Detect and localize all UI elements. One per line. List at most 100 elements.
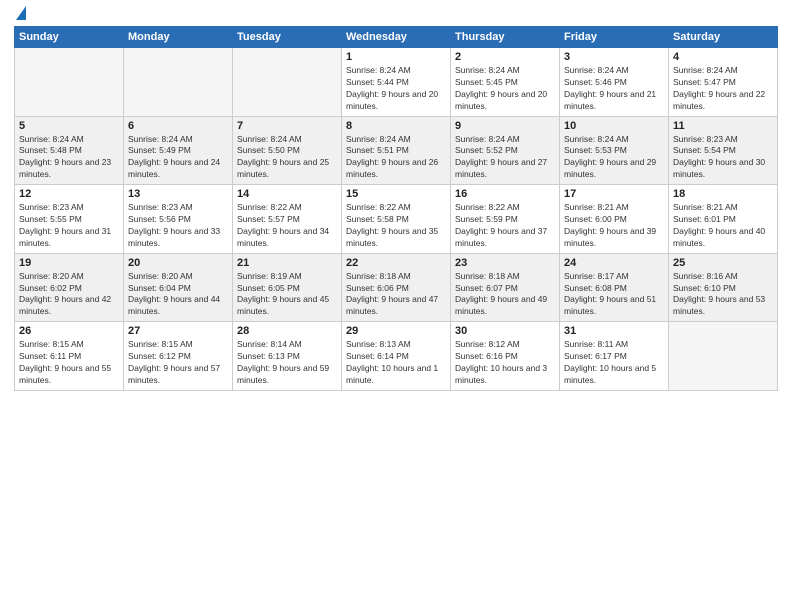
- day-info: Sunrise: 8:16 AMSunset: 6:10 PMDaylight:…: [673, 271, 773, 319]
- calendar-day-cell: 31 Sunrise: 8:11 AMSunset: 6:17 PMDayligh…: [560, 322, 669, 391]
- day-number: 11: [673, 120, 773, 132]
- day-info: Sunrise: 8:24 AMSunset: 5:52 PMDaylight:…: [455, 134, 555, 182]
- day-info: Sunrise: 8:24 AMSunset: 5:48 PMDaylight:…: [19, 134, 119, 182]
- calendar-day-cell: 21 Sunrise: 8:19 AMSunset: 6:05 PMDayligh…: [233, 253, 342, 322]
- day-info: Sunrise: 8:23 AMSunset: 5:56 PMDaylight:…: [128, 202, 228, 250]
- calendar-day-header: Saturday: [669, 27, 778, 48]
- day-info: Sunrise: 8:23 AMSunset: 5:55 PMDaylight:…: [19, 202, 119, 250]
- page-header: [14, 10, 778, 20]
- calendar-day-cell: 17 Sunrise: 8:21 AMSunset: 6:00 PMDayligh…: [560, 185, 669, 254]
- calendar-day-cell: 15 Sunrise: 8:22 AMSunset: 5:58 PMDayligh…: [342, 185, 451, 254]
- day-number: 26: [19, 325, 119, 337]
- calendar-day-cell: 20 Sunrise: 8:20 AMSunset: 6:04 PMDayligh…: [124, 253, 233, 322]
- day-info: Sunrise: 8:15 AMSunset: 6:12 PMDaylight:…: [128, 339, 228, 387]
- day-number: 15: [346, 188, 446, 200]
- calendar-day-cell: 14Sunrise: 8:22 AMSunset: 5:57 PMDayligh…: [233, 185, 342, 254]
- calendar-day-cell: 5 Sunrise: 8:24 AMSunset: 5:48 PMDaylight…: [15, 116, 124, 185]
- day-number: 14: [237, 188, 337, 200]
- day-info: Sunrise: 8:23 AMSunset: 5:54 PMDaylight:…: [673, 134, 773, 182]
- day-number: 25: [673, 257, 773, 269]
- calendar-day-cell: 7 Sunrise: 8:24 AMSunset: 5:50 PMDaylight…: [233, 116, 342, 185]
- calendar-day-cell: 4Sunrise: 8:24 AMSunset: 5:47 PMDaylight…: [669, 48, 778, 117]
- day-number: 17: [564, 188, 664, 200]
- day-number: 28: [237, 325, 337, 337]
- day-info: Sunrise: 8:24 AMSunset: 5:53 PMDaylight:…: [564, 134, 664, 182]
- day-number: 27: [128, 325, 228, 337]
- day-number: 2: [455, 51, 555, 63]
- day-number: 9: [455, 120, 555, 132]
- calendar-day-header: Monday: [124, 27, 233, 48]
- day-info: Sunrise: 8:24 AMSunset: 5:46 PMDaylight:…: [564, 65, 664, 113]
- day-number: 20: [128, 257, 228, 269]
- day-info: Sunrise: 8:24 AMSunset: 5:47 PMDaylight:…: [673, 65, 773, 113]
- calendar-table: SundayMondayTuesdayWednesdayThursdayFrid…: [14, 26, 778, 391]
- calendar-day-cell: 19 Sunrise: 8:20 AMSunset: 6:02 PMDayligh…: [15, 253, 124, 322]
- calendar-day-cell: 13 Sunrise: 8:23 AMSunset: 5:56 PMDayligh…: [124, 185, 233, 254]
- day-info: Sunrise: 8:11 AMSunset: 6:17 PMDaylight:…: [564, 339, 664, 387]
- day-number: 7: [237, 120, 337, 132]
- calendar-week-row: 19 Sunrise: 8:20 AMSunset: 6:02 PMDayligh…: [15, 253, 778, 322]
- day-info: Sunrise: 8:12 AMSunset: 6:16 PMDaylight:…: [455, 339, 555, 387]
- day-number: 29: [346, 325, 446, 337]
- calendar-day-cell: [15, 48, 124, 117]
- calendar-day-cell: 10 Sunrise: 8:24 AMSunset: 5:53 PMDayligh…: [560, 116, 669, 185]
- day-number: 5: [19, 120, 119, 132]
- day-number: 18: [673, 188, 773, 200]
- day-number: 6: [128, 120, 228, 132]
- calendar-day-cell: [124, 48, 233, 117]
- calendar-week-row: 1Sunrise: 8:24 AMSunset: 5:44 PMDaylight…: [15, 48, 778, 117]
- day-info: Sunrise: 8:22 AMSunset: 5:59 PMDaylight:…: [455, 202, 555, 250]
- day-info: Sunrise: 8:18 AMSunset: 6:07 PMDaylight:…: [455, 271, 555, 319]
- calendar-day-cell: 22Sunrise: 8:18 AMSunset: 6:06 PMDayligh…: [342, 253, 451, 322]
- calendar-day-cell: 3 Sunrise: 8:24 AMSunset: 5:46 PMDaylight…: [560, 48, 669, 117]
- calendar-day-cell: 27 Sunrise: 8:15 AMSunset: 6:12 PMDayligh…: [124, 322, 233, 391]
- day-number: 31: [564, 325, 664, 337]
- calendar-day-cell: 26Sunrise: 8:15 AMSunset: 6:11 PMDayligh…: [15, 322, 124, 391]
- day-info: Sunrise: 8:19 AMSunset: 6:05 PMDaylight:…: [237, 271, 337, 319]
- calendar-day-cell: 24Sunrise: 8:17 AMSunset: 6:08 PMDayligh…: [560, 253, 669, 322]
- calendar-header-row: SundayMondayTuesdayWednesdayThursdayFrid…: [15, 27, 778, 48]
- day-info: Sunrise: 8:21 AMSunset: 6:00 PMDaylight:…: [564, 202, 664, 250]
- logo: [14, 10, 26, 20]
- calendar-week-row: 5 Sunrise: 8:24 AMSunset: 5:48 PMDaylight…: [15, 116, 778, 185]
- day-number: 19: [19, 257, 119, 269]
- day-info: Sunrise: 8:24 AMSunset: 5:50 PMDaylight:…: [237, 134, 337, 182]
- calendar-day-header: Tuesday: [233, 27, 342, 48]
- day-info: Sunrise: 8:24 AMSunset: 5:49 PMDaylight:…: [128, 134, 228, 182]
- day-number: 30: [455, 325, 555, 337]
- calendar-day-header: Sunday: [15, 27, 124, 48]
- day-number: 23: [455, 257, 555, 269]
- day-info: Sunrise: 8:13 AMSunset: 6:14 PMDaylight:…: [346, 339, 446, 387]
- calendar-day-cell: 29 Sunrise: 8:13 AMSunset: 6:14 PMDayligh…: [342, 322, 451, 391]
- calendar-day-header: Wednesday: [342, 27, 451, 48]
- day-info: Sunrise: 8:17 AMSunset: 6:08 PMDaylight:…: [564, 271, 664, 319]
- calendar-week-row: 26Sunrise: 8:15 AMSunset: 6:11 PMDayligh…: [15, 322, 778, 391]
- day-number: 13: [128, 188, 228, 200]
- day-number: 10: [564, 120, 664, 132]
- day-info: Sunrise: 8:24 AMSunset: 5:51 PMDaylight:…: [346, 134, 446, 182]
- calendar-day-cell: 25 Sunrise: 8:16 AMSunset: 6:10 PMDayligh…: [669, 253, 778, 322]
- day-info: Sunrise: 8:21 AMSunset: 6:01 PMDaylight:…: [673, 202, 773, 250]
- day-number: 12: [19, 188, 119, 200]
- calendar-day-cell: 11 Sunrise: 8:23 AMSunset: 5:54 PMDayligh…: [669, 116, 778, 185]
- day-number: 1: [346, 51, 446, 63]
- day-info: Sunrise: 8:22 AMSunset: 5:58 PMDaylight:…: [346, 202, 446, 250]
- calendar-day-cell: 2 Sunrise: 8:24 AMSunset: 5:45 PMDaylight…: [451, 48, 560, 117]
- day-info: Sunrise: 8:24 AMSunset: 5:45 PMDaylight:…: [455, 65, 555, 113]
- day-number: 8: [346, 120, 446, 132]
- day-info: Sunrise: 8:20 AMSunset: 6:02 PMDaylight:…: [19, 271, 119, 319]
- calendar-day-cell: [233, 48, 342, 117]
- calendar-day-header: Friday: [560, 27, 669, 48]
- day-info: Sunrise: 8:20 AMSunset: 6:04 PMDaylight:…: [128, 271, 228, 319]
- day-number: 21: [237, 257, 337, 269]
- day-number: 3: [564, 51, 664, 63]
- calendar-day-cell: 6 Sunrise: 8:24 AMSunset: 5:49 PMDaylight…: [124, 116, 233, 185]
- day-info: Sunrise: 8:18 AMSunset: 6:06 PMDaylight:…: [346, 271, 446, 319]
- day-info: Sunrise: 8:14 AMSunset: 6:13 PMDaylight:…: [237, 339, 337, 387]
- calendar-week-row: 12 Sunrise: 8:23 AMSunset: 5:55 PMDayligh…: [15, 185, 778, 254]
- calendar-day-header: Thursday: [451, 27, 560, 48]
- calendar-day-cell: 9 Sunrise: 8:24 AMSunset: 5:52 PMDaylight…: [451, 116, 560, 185]
- calendar-day-cell: 16Sunrise: 8:22 AMSunset: 5:59 PMDayligh…: [451, 185, 560, 254]
- calendar-day-cell: 28 Sunrise: 8:14 AMSunset: 6:13 PMDayligh…: [233, 322, 342, 391]
- page-container: SundayMondayTuesdayWednesdayThursdayFrid…: [0, 0, 792, 612]
